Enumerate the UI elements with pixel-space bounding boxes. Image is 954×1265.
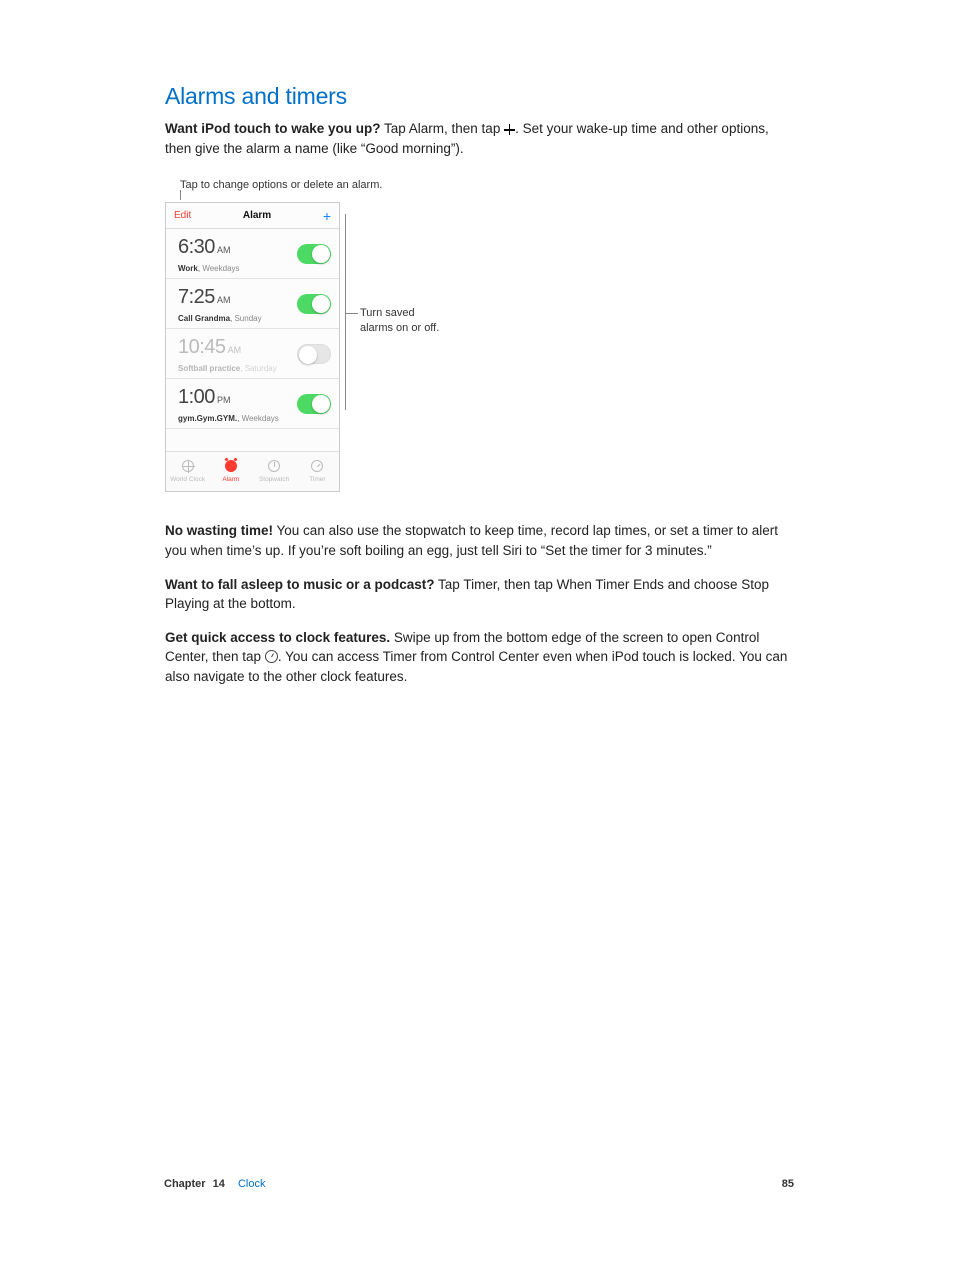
alarm-ampm: AM — [217, 295, 231, 305]
alarm-time: 1:00 — [178, 386, 215, 408]
alarm-label: Softball practice — [178, 364, 240, 373]
alarm-icon — [225, 460, 237, 472]
alarm-app-screenshot: Edit Alarm + 6:30AM Work, Weekdays 7:25A… — [165, 202, 340, 492]
alarm-toggle[interactable] — [297, 344, 331, 364]
para1-lede: Want iPod touch to wake you up? — [165, 121, 381, 136]
screen-title: Alarm — [243, 209, 271, 224]
callout-right-line1: Turn saved — [360, 307, 415, 319]
alarm-row[interactable]: 10:45AM Softball practice, Saturday — [166, 329, 339, 379]
tab-world-clock[interactable]: World Clock — [166, 452, 209, 491]
alarm-repeat: Weekdays — [242, 414, 279, 423]
page-footer: Chapter 14 Clock 85 — [164, 1177, 794, 1193]
callout-right-line2: alarms on or off. — [360, 322, 439, 334]
timer-icon — [311, 460, 323, 472]
alarm-row[interactable]: 7:25AM Call Grandma, Sunday — [166, 279, 339, 329]
globe-icon — [182, 460, 194, 472]
para2-lede: No wasting time! — [165, 523, 273, 538]
add-alarm-button[interactable]: + — [323, 206, 331, 226]
para3-lede: Want to fall asleep to music or a podcas… — [165, 577, 435, 592]
alarm-repeat: Sunday — [234, 314, 261, 323]
callout-top: Tap to change options or delete an alarm… — [180, 178, 382, 194]
tab-label: Timer — [309, 475, 325, 484]
alarm-label: Call Grandma — [178, 314, 230, 323]
tab-label: Alarm — [222, 475, 239, 484]
para4-lede: Get quick access to clock features. — [165, 630, 390, 645]
tab-label: Stopwatch — [259, 475, 289, 484]
section-heading: Alarms and timers — [165, 80, 794, 113]
callout-top-text: Tap to change options or delete an alarm… — [180, 179, 382, 191]
alarm-label: Work — [178, 264, 198, 273]
alarm-row[interactable]: 6:30AM Work, Weekdays — [166, 229, 339, 279]
alarm-toggle[interactable] — [297, 394, 331, 414]
alarm-toggle[interactable] — [297, 294, 331, 314]
para1-text-a: Tap Alarm, then tap — [381, 121, 505, 136]
paragraph-3: Want to fall asleep to music or a podcas… — [165, 575, 794, 614]
callout-right: Turn saved alarms on or off. — [360, 306, 439, 336]
stopwatch-icon — [268, 460, 280, 472]
alarm-repeat: Weekdays — [202, 264, 239, 273]
footer-page-number: 85 — [782, 1177, 794, 1193]
alarm-time: 10:45 — [178, 336, 226, 358]
footer-chapter-title: Clock — [238, 1178, 266, 1190]
paragraph-1: Want iPod touch to wake you up? Tap Alar… — [165, 119, 794, 158]
alarm-ampm: PM — [217, 395, 231, 405]
plus-icon — [504, 124, 515, 135]
alarm-ampm: AM — [228, 345, 242, 355]
tab-label: World Clock — [170, 475, 205, 484]
alarm-label: gym.Gym.GYM. — [178, 414, 237, 423]
tab-alarm[interactable]: Alarm — [209, 452, 252, 491]
alarm-toggle[interactable] — [297, 244, 331, 264]
alarm-app-header: Edit Alarm + — [166, 203, 339, 229]
footer-chapter-word: Chapter — [164, 1178, 206, 1190]
alarm-illustration: Tap to change options or delete an alarm… — [165, 178, 645, 503]
edit-button[interactable]: Edit — [174, 209, 191, 224]
paragraph-2: No wasting time! You can also use the st… — [165, 521, 794, 560]
alarm-row[interactable]: 1:00PM gym.Gym.GYM., Weekdays — [166, 379, 339, 429]
alarm-ampm: AM — [217, 245, 231, 255]
paragraph-4: Get quick access to clock features. Swip… — [165, 628, 794, 687]
footer-chapter-num: 14 — [213, 1178, 225, 1190]
tab-stopwatch[interactable]: Stopwatch — [253, 452, 296, 491]
timer-icon — [265, 650, 278, 663]
alarm-repeat: Saturday — [245, 364, 277, 373]
tab-bar: World Clock Alarm Stopwatch Timer — [166, 451, 339, 491]
alarm-time: 6:30 — [178, 236, 215, 258]
tab-timer[interactable]: Timer — [296, 452, 339, 491]
alarm-time: 7:25 — [178, 286, 215, 308]
